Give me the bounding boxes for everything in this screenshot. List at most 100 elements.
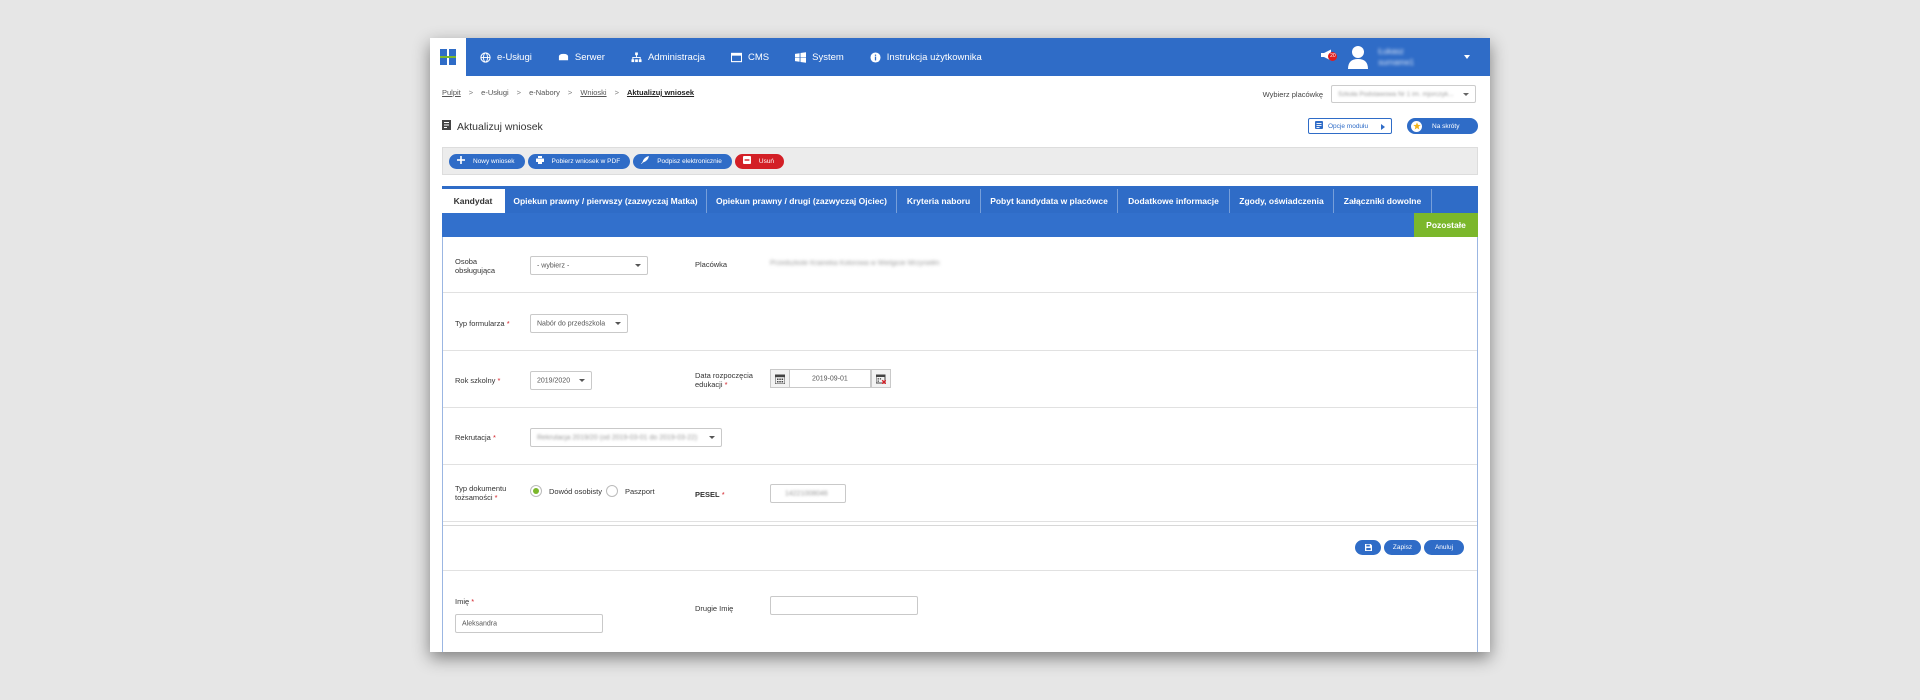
drugie-imie-input[interactable]: [770, 596, 918, 615]
globe-icon: [480, 51, 491, 63]
user-name-block[interactable]: Łukasz surname1: [1378, 46, 1414, 68]
chevron-down-icon: [635, 263, 641, 267]
data-label-line-2: edukacji: [695, 380, 723, 389]
rok-szkolny-label: Rok szkolny *: [455, 376, 500, 385]
data-rozpoczecia-input[interactable]: 2019-09-01: [789, 369, 871, 388]
nav-item-label: CMS: [747, 51, 770, 63]
pesel-label-text: PESEL: [695, 490, 720, 499]
tab-dodatkowe-informacje[interactable]: Dodatkowe informacje: [1118, 189, 1230, 213]
breadcrumb-item-current: Aktualizuj wniosek: [626, 88, 695, 97]
calendar-button[interactable]: [770, 369, 790, 388]
save-icon-button[interactable]: [1355, 540, 1381, 555]
caret-right-icon: [1381, 124, 1385, 130]
imie-value: Aleksandra: [462, 620, 498, 627]
calendar-clear-icon: [876, 374, 886, 384]
user-surname: surname1: [1378, 58, 1414, 67]
nav-item-e-uslugi[interactable]: e-Usługi: [480, 52, 532, 63]
nav-item-administracja[interactable]: Administracja: [631, 52, 705, 63]
radio-checked-icon: [530, 485, 542, 497]
chevron-down-icon: [579, 378, 585, 382]
download-pdf-button[interactable]: Pobierz wniosek w PDF: [527, 153, 631, 169]
radio-unchecked-icon: [606, 485, 618, 497]
pesel-label: PESEL *: [695, 490, 725, 499]
tab-kandydat[interactable]: Kandydat: [442, 189, 505, 213]
tab-opiekun-pierwszy[interactable]: Opiekun prawny / pierwszy (zazwyczaj Mat…: [505, 189, 707, 213]
osoba-select[interactable]: - wybierz -: [530, 256, 648, 275]
osoba-select-value: - wybierz -: [537, 262, 570, 269]
tab-opiekun-drugi[interactable]: Opiekun prawny / drugi (zazwyczaj Ojciec…: [707, 189, 897, 213]
tab-pobyt-kandydata[interactable]: Pobyt kandydata w placówce: [981, 189, 1118, 213]
radio-paszport-label: Paszport: [625, 486, 655, 496]
minus-square-icon: [742, 156, 759, 166]
breadcrumb-item-pulpit[interactable]: Pulpit: [442, 88, 461, 97]
new-application-button[interactable]: Nowy wniosek: [449, 153, 525, 169]
app-logo[interactable]: [430, 38, 466, 76]
nav-item-system[interactable]: System: [795, 52, 844, 63]
rok-szkolny-value: 2019/2020: [537, 377, 571, 384]
nav-item-serwer[interactable]: Serwer: [558, 52, 605, 63]
delete-label: Usuń: [758, 157, 775, 165]
nav-item-cms[interactable]: CMS: [730, 51, 770, 63]
server-icon: [558, 52, 569, 63]
chevron-down-icon: [615, 321, 621, 325]
chevron-down-icon: [709, 435, 715, 439]
document-icon: [442, 120, 457, 133]
breadcrumb: Pulpit > e-Usługi > e-Nabory > Wnioski >…: [442, 88, 694, 97]
tab-pozostale[interactable]: Pozostałe: [1414, 213, 1478, 237]
placowka-select[interactable]: Szkoła Podstawowa Nr 1 im. mjorczyk...: [1331, 85, 1476, 103]
info-icon: [870, 51, 881, 63]
placowka-label: Placówka: [695, 260, 728, 269]
page-title-text: Aktualizuj wniosek: [457, 120, 543, 133]
module-options-button[interactable]: Opcje modułu: [1308, 118, 1392, 134]
clear-date-button[interactable]: [871, 369, 891, 388]
user-menu-chevron-down-icon[interactable]: [1464, 55, 1470, 59]
typ-dokumentu-label: Typ dokumentu tożsamości *: [455, 484, 506, 502]
tab-kryteria-naboru[interactable]: Kryteria naboru: [897, 189, 981, 213]
nav-item-label: Serwer: [574, 51, 605, 63]
nav-item-label: Administracja: [647, 51, 705, 63]
notifications-button[interactable]: 20: [1320, 48, 1338, 67]
nav-item-label: Instrukcja użytkownika: [886, 51, 982, 63]
rok-szkolny-select[interactable]: 2019/2020: [530, 371, 592, 390]
star-icon: [1411, 120, 1422, 132]
sign-electronically-button[interactable]: Podpisz elektronicznie: [633, 153, 732, 169]
pesel-input[interactable]: 14221008046: [770, 484, 846, 503]
required-mark: *: [724, 380, 728, 389]
form-tabs: Kandydat Opiekun prawny / pierwszy (zazw…: [442, 186, 1478, 237]
osoba-label-line-1: Osoba: [455, 257, 478, 266]
form-row: [443, 351, 1477, 408]
required-mark: *: [471, 597, 475, 606]
tab-zgody-oswiadczenia[interactable]: Zgody, oświadczenia: [1230, 189, 1334, 213]
breadcrumb-separator: >: [468, 88, 474, 97]
nav-item-label: System: [812, 51, 844, 63]
placowka-picker-label: Wybierz placówkę: [1262, 89, 1323, 99]
delete-button[interactable]: Usuń: [734, 153, 785, 169]
required-mark: *: [497, 376, 501, 385]
save-button[interactable]: Zapisz: [1384, 540, 1421, 555]
required-mark: *: [506, 319, 510, 328]
required-mark: *: [494, 493, 498, 502]
user-name: Łukasz: [1378, 47, 1404, 56]
osoba-label: Osoba obsługująca: [455, 257, 495, 275]
breadcrumb-separator: >: [614, 88, 619, 97]
module-options-label: Opcje modułu: [1328, 122, 1369, 130]
imie-input[interactable]: Aleksandra: [455, 614, 603, 633]
typ-formularza-select[interactable]: Nabór do przedszkola: [530, 314, 628, 333]
rok-szkolny-label-text: Rok szkolny: [455, 376, 496, 385]
window-icon: [730, 52, 742, 63]
shortcuts-button[interactable]: Na skróty: [1407, 118, 1478, 134]
placowka-select-value: Szkoła Podstawowa Nr 1 im. mjorczyk...: [1338, 91, 1454, 98]
cancel-button[interactable]: Anuluj: [1424, 540, 1464, 555]
rekrutacja-label: Rekrutacja *: [455, 433, 496, 442]
logo-icon: [440, 49, 456, 65]
breadcrumb-item-wnioski[interactable]: Wnioski: [580, 88, 606, 97]
radio-dowod-osobisty[interactable]: Dowód osobisty: [530, 485, 602, 497]
rekrutacja-select[interactable]: Rekrutacja 2019/20 (od 2019-03-01 do 201…: [530, 428, 722, 447]
radio-paszport[interactable]: Paszport: [606, 485, 655, 497]
list-icon: [1315, 121, 1328, 131]
nav-item-instrukcja[interactable]: Instrukcja użytkownika: [870, 52, 982, 63]
tab-zalaczniki-dowolne[interactable]: Załączniki dowolne: [1334, 189, 1432, 213]
avatar[interactable]: [1348, 45, 1369, 69]
typ-formularza-label: Typ formularza *: [455, 319, 510, 328]
chevron-down-icon: [1463, 93, 1469, 96]
